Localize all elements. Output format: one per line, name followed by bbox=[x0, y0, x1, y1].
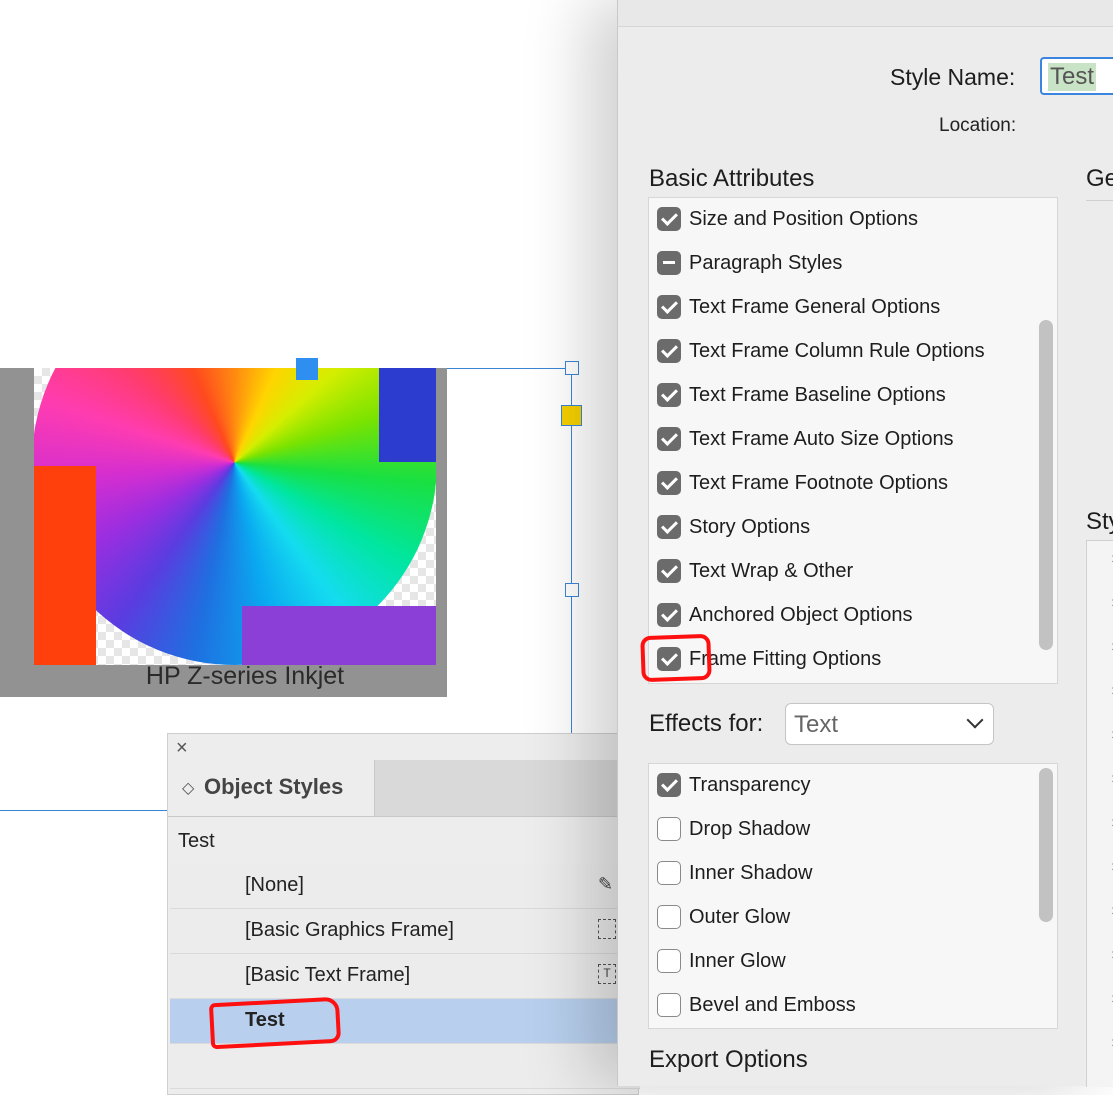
image-caption: HP Z-series Inkjet bbox=[145, 662, 345, 690]
effect-label: Outer Glow bbox=[689, 906, 791, 928]
attribute-item[interactable]: Text Frame Baseline Options bbox=[649, 374, 1039, 418]
attribute-item[interactable]: Text Frame Auto Size Options bbox=[649, 418, 1039, 462]
graphics-frame-icon bbox=[598, 919, 616, 939]
style-label: [Basic Text Frame] bbox=[245, 964, 411, 986]
attribute-item[interactable]: Text Frame Footnote Options bbox=[649, 462, 1039, 506]
checkbox[interactable] bbox=[657, 817, 681, 841]
annotation-circle-frame-fitting bbox=[640, 633, 712, 683]
frame-handle-middle-right[interactable] bbox=[565, 583, 579, 597]
attribute-item[interactable]: Story Options bbox=[649, 506, 1039, 550]
effect-label: Inner Glow bbox=[689, 950, 786, 972]
panel-tab-bar: ◇ Object Styles bbox=[168, 760, 638, 817]
effect-item[interactable]: Outer Glow bbox=[649, 896, 1039, 940]
close-icon[interactable]: × bbox=[176, 738, 188, 758]
blue-rectangle bbox=[379, 368, 436, 462]
styles-list[interactable]: × × × × × × × × × × × × bbox=[1086, 540, 1113, 1087]
style-label: [None] bbox=[245, 874, 304, 896]
effects-for-label: Effects for: bbox=[649, 710, 764, 737]
list-item[interactable]: [None] ✎ bbox=[170, 864, 640, 909]
attribute-item[interactable]: Text Frame General Options bbox=[649, 286, 1039, 330]
attribute-label: Text Frame General Options bbox=[689, 296, 941, 318]
checkbox[interactable] bbox=[657, 603, 681, 627]
checkbox[interactable] bbox=[657, 383, 681, 407]
effects-for-dropdown[interactable]: Text bbox=[785, 703, 994, 745]
panel-collapse-icon[interactable]: ◇ bbox=[182, 778, 194, 798]
attribute-label: Text Frame Baseline Options bbox=[689, 384, 946, 406]
basic-attributes-list[interactable]: Size and Position Options Paragraph Styl… bbox=[648, 197, 1058, 684]
attribute-item[interactable]: Paragraph Styles bbox=[649, 242, 1039, 286]
effect-item[interactable]: Bevel and Emboss bbox=[649, 984, 1039, 1028]
attribute-label: Paragraph Styles bbox=[689, 252, 843, 274]
attribute-label: Anchored Object Options bbox=[689, 604, 913, 626]
attribute-item[interactable]: Text Frame Column Rule Options bbox=[649, 330, 1039, 374]
live-corner-handle[interactable] bbox=[561, 405, 582, 426]
red-rectangle bbox=[34, 466, 96, 665]
frame-handle-top-right[interactable] bbox=[565, 361, 579, 375]
effect-item[interactable]: Inner Shadow bbox=[649, 852, 1039, 896]
style-name-input[interactable]: Test bbox=[1040, 57, 1113, 95]
attribute-item[interactable]: Anchored Object Options bbox=[649, 594, 1039, 638]
location-label: Location: bbox=[939, 115, 1017, 136]
scrollbar[interactable] bbox=[1039, 768, 1053, 922]
text-frame-icon: T bbox=[598, 964, 616, 984]
checkbox[interactable] bbox=[657, 515, 681, 539]
checkbox[interactable] bbox=[657, 295, 681, 319]
attribute-label: Text Wrap & Other bbox=[689, 560, 854, 582]
annotation-circle-test-style bbox=[208, 996, 342, 1050]
checkbox[interactable] bbox=[657, 773, 681, 797]
divider bbox=[1086, 200, 1113, 201]
checkbox[interactable] bbox=[657, 905, 681, 929]
checkbox[interactable] bbox=[657, 427, 681, 451]
current-style-name: Test bbox=[178, 830, 215, 852]
eraser-pen-icon: ✎ bbox=[598, 874, 614, 894]
list-item[interactable]: [Basic Text Frame] T bbox=[170, 954, 640, 999]
scrollbar[interactable] bbox=[1039, 320, 1053, 650]
attribute-label: Frame Fitting Options bbox=[689, 648, 882, 670]
general-heading: Ge bbox=[1086, 165, 1113, 192]
frame-handle-top-center[interactable] bbox=[296, 358, 318, 380]
object-styles-list: [None] ✎ [Basic Graphics Frame] [Basic T… bbox=[170, 864, 640, 1089]
effect-item[interactable]: Drop Shadow bbox=[649, 808, 1039, 852]
checkbox-mixed[interactable] bbox=[657, 251, 681, 275]
checkbox[interactable] bbox=[657, 993, 681, 1017]
attribute-label: Size and Position Options bbox=[689, 208, 919, 230]
purple-rectangle bbox=[242, 606, 436, 665]
horizontal-guide-lower bbox=[0, 810, 170, 811]
effect-item[interactable]: Inner Glow bbox=[649, 940, 1039, 984]
effect-label: Drop Shadow bbox=[689, 818, 811, 840]
effects-for-value: Text bbox=[794, 711, 839, 738]
style-name-value: Test bbox=[1048, 63, 1097, 91]
dialog-title-bar bbox=[618, 0, 1113, 27]
list-empty-row bbox=[170, 1044, 640, 1089]
effect-label: Bevel and Emboss bbox=[689, 994, 856, 1016]
panel-title: Object Styles bbox=[204, 774, 344, 799]
attribute-item[interactable]: Size and Position Options bbox=[649, 198, 1039, 242]
checkbox[interactable] bbox=[657, 207, 681, 231]
color-wheel-image bbox=[34, 368, 436, 665]
attribute-label: Story Options bbox=[689, 516, 811, 538]
export-options-heading: Export Options bbox=[649, 1046, 808, 1073]
list-item[interactable]: [Basic Graphics Frame] bbox=[170, 909, 640, 954]
chevron-down-icon bbox=[966, 711, 984, 729]
style-label: [Basic Graphics Frame] bbox=[245, 919, 454, 941]
style-name-label: Style Name: bbox=[890, 64, 1016, 90]
checkbox[interactable] bbox=[657, 949, 681, 973]
effect-label: Inner Shadow bbox=[689, 862, 813, 884]
checkbox[interactable] bbox=[657, 861, 681, 885]
attribute-label: Text Frame Auto Size Options bbox=[689, 428, 954, 450]
tab-object-styles[interactable]: ◇ Object Styles bbox=[168, 760, 375, 816]
checkbox[interactable] bbox=[657, 339, 681, 363]
effect-label: Transparency bbox=[689, 774, 811, 796]
basic-attributes-heading: Basic Attributes bbox=[649, 165, 815, 192]
attribute-label: Text Frame Column Rule Options bbox=[689, 340, 985, 362]
checkbox[interactable] bbox=[657, 559, 681, 583]
attribute-item[interactable]: Text Wrap & Other bbox=[649, 550, 1039, 594]
object-style-options-dialog: Style Name: Test Location: Basic Attribu… bbox=[617, 0, 1113, 1087]
styles-heading: Sty bbox=[1086, 508, 1113, 535]
effect-item[interactable]: Transparency bbox=[649, 764, 1039, 808]
attribute-label: Text Frame Footnote Options bbox=[689, 472, 949, 494]
effects-list[interactable]: Transparency Drop Shadow Inner Shadow Ou… bbox=[648, 763, 1058, 1029]
checkbox[interactable] bbox=[657, 471, 681, 495]
